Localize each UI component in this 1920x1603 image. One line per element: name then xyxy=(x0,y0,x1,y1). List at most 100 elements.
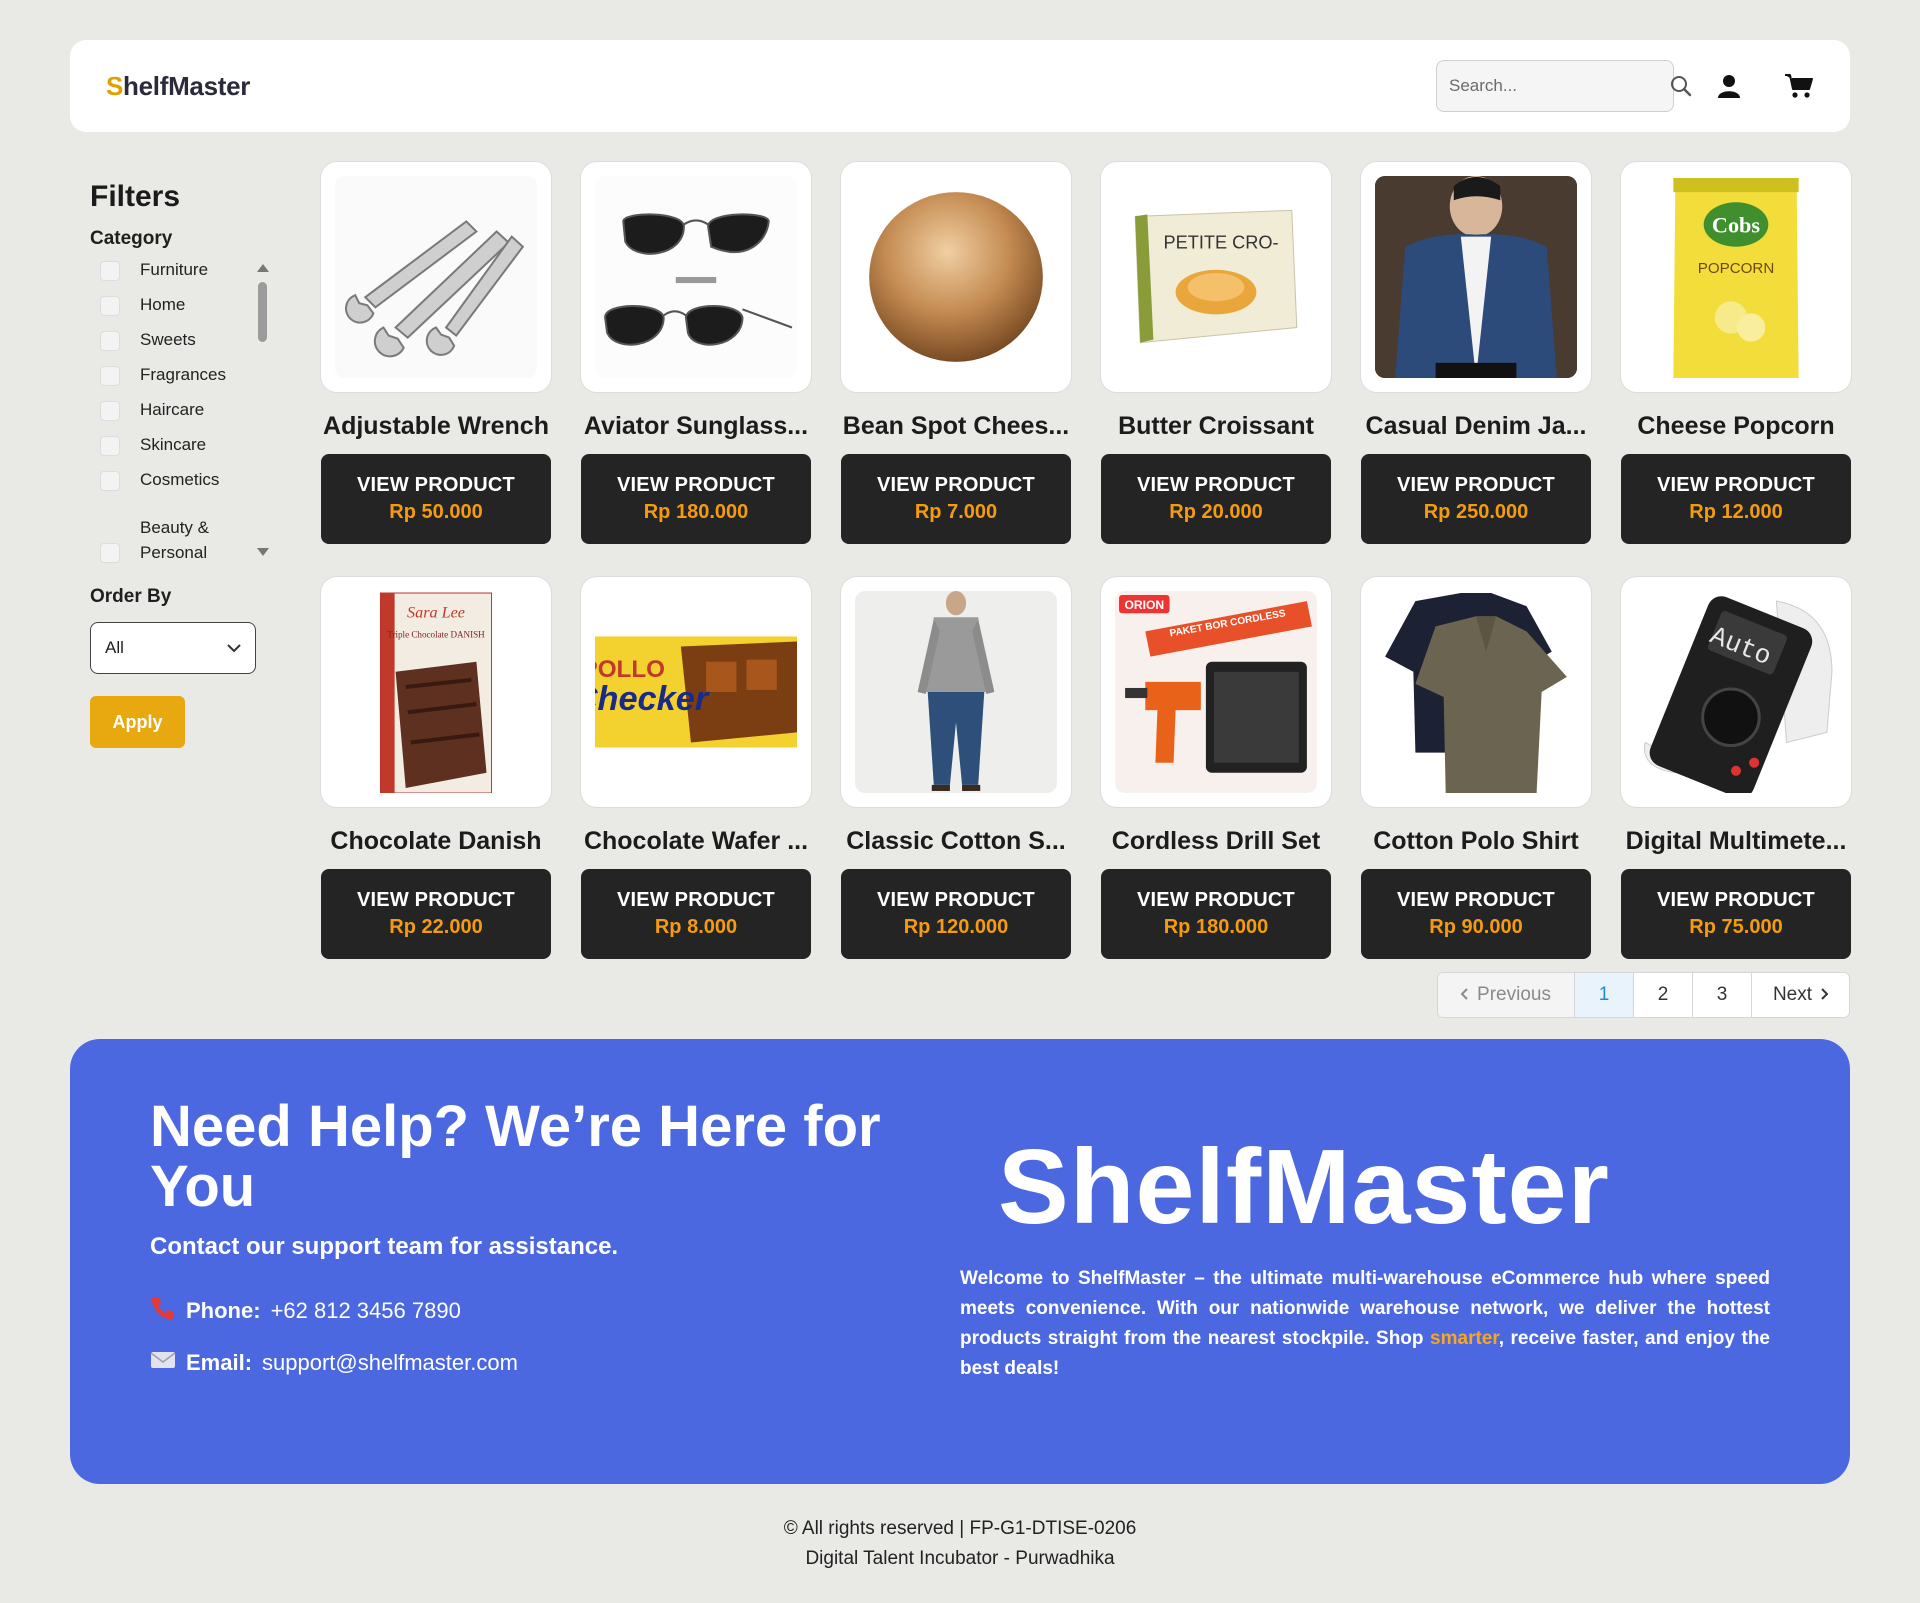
category-item-cosmetics[interactable]: Cosmetics xyxy=(100,470,270,505)
email-link[interactable]: support@shelfmaster.com xyxy=(262,1350,518,1376)
next-page-button[interactable]: Next xyxy=(1751,973,1849,1017)
product-image-frame[interactable] xyxy=(321,162,551,392)
order-by-select[interactable]: All xyxy=(90,622,256,674)
view-product-button[interactable]: VIEW PRODUCT Rp 180.000 xyxy=(581,454,811,544)
view-product-label: VIEW PRODUCT xyxy=(1397,474,1555,496)
product-price: Rp 7.000 xyxy=(914,501,998,523)
category-item-fragrances[interactable]: Fragrances xyxy=(100,365,270,400)
view-product-button[interactable]: VIEW PRODUCT Rp 250.000 xyxy=(1361,454,1591,544)
highlight-word: smarter xyxy=(1430,1328,1499,1349)
category-checkbox[interactable] xyxy=(100,543,120,563)
credit-line: Digital Talent Incubator - Purwadhika xyxy=(805,1548,1115,1569)
category-item-furniture[interactable]: Furniture xyxy=(100,260,270,295)
category-item-home[interactable]: Home xyxy=(100,295,270,330)
category-item-sweets[interactable]: Sweets xyxy=(100,330,270,365)
product-image-frame[interactable] xyxy=(1361,577,1591,807)
previous-page-button[interactable]: Previous xyxy=(1438,973,1574,1017)
search-icon[interactable] xyxy=(1670,75,1692,97)
product-image-frame[interactable]: Cobs POPCORN xyxy=(1621,162,1851,392)
popcorn-brand-text: Cobs xyxy=(1712,213,1761,238)
product-name: Cordless Drill Set xyxy=(1111,827,1321,855)
category-list: Furniture Home Sweets Fragrances Haircar… xyxy=(90,260,270,563)
product-price: Rp 12.000 xyxy=(1689,501,1783,523)
view-product-label: VIEW PRODUCT xyxy=(617,474,775,496)
product-grid: Adjustable Wrench VIEW PRODUCT Rp 50.000 xyxy=(321,162,1851,959)
view-product-button[interactable]: VIEW PRODUCT Rp 75.000 xyxy=(1621,869,1851,959)
view-product-button[interactable]: VIEW PRODUCT Rp 22.000 xyxy=(321,869,551,959)
product-name: Digital Multimete... xyxy=(1625,827,1847,855)
category-scrollbar[interactable] xyxy=(256,260,270,560)
product-image-frame[interactable] xyxy=(841,577,1071,807)
croissant-box-text: PETITE CRO- xyxy=(1164,233,1279,253)
apply-button[interactable]: Apply xyxy=(90,696,185,748)
page-button-2[interactable]: 2 xyxy=(1633,973,1692,1017)
product-image-wrench xyxy=(335,176,537,378)
cart-icon[interactable] xyxy=(1784,71,1814,101)
product-price: Rp 120.000 xyxy=(903,916,1009,938)
scroll-thumb[interactable] xyxy=(258,282,267,342)
phone-icon xyxy=(150,1295,176,1327)
view-product-label: VIEW PRODUCT xyxy=(1657,889,1815,911)
category-checkbox[interactable] xyxy=(100,331,120,351)
category-checkbox[interactable] xyxy=(100,401,120,421)
category-checkbox[interactable] xyxy=(100,436,120,456)
copyright-line: © All rights reserved | FP-G1-DTISE-0206 xyxy=(783,1518,1137,1539)
product-card: Bean Spot Chees... VIEW PRODUCT Rp 7.000 xyxy=(841,162,1071,544)
product-card: PETITE CRO- Butter Croissant VIEW PRODUC… xyxy=(1101,162,1331,544)
category-checkbox[interactable] xyxy=(100,261,120,281)
product-image-frame[interactable]: PETITE CRO- xyxy=(1101,162,1331,392)
top-navbar: ShelfMaster xyxy=(70,40,1850,132)
product-image-drill: ORION PAKET BOR CORDLESS xyxy=(1115,591,1317,793)
category-checkbox[interactable] xyxy=(100,366,120,386)
product-image-cotton-shirt xyxy=(855,591,1057,793)
product-price: Rp 50.000 xyxy=(389,501,483,523)
phone-value[interactable]: +62 812 3456 7890 xyxy=(271,1298,461,1324)
product-image-frame[interactable]: ORION PAKET BOR CORDLESS xyxy=(1101,577,1331,807)
scroll-up-arrow-icon[interactable] xyxy=(257,264,269,272)
product-image-frame[interactable]: Auto xyxy=(1621,577,1851,807)
view-product-button[interactable]: VIEW PRODUCT Rp 7.000 xyxy=(841,454,1071,544)
product-name: Cheese Popcorn xyxy=(1637,412,1835,440)
view-product-button[interactable]: VIEW PRODUCT Rp 8.000 xyxy=(581,869,811,959)
user-icon[interactable] xyxy=(1714,71,1744,101)
footer-brand: ShelfMaster xyxy=(998,1128,1610,1246)
chevron-right-icon xyxy=(1820,984,1829,1006)
product-price: Rp 250.000 xyxy=(1423,501,1529,523)
product-name: Adjustable Wrench xyxy=(323,412,549,440)
page-button-1[interactable]: 1 xyxy=(1574,973,1633,1017)
product-card: Cotton Polo Shirt VIEW PRODUCT Rp 90.000 xyxy=(1361,577,1591,959)
view-product-button[interactable]: VIEW PRODUCT Rp 180.000 xyxy=(1101,869,1331,959)
product-image-frame[interactable] xyxy=(841,162,1071,392)
view-product-button[interactable]: VIEW PRODUCT Rp 12.000 xyxy=(1621,454,1851,544)
product-image-frame[interactable]: Sara Lee Triple Chocolate DANISH xyxy=(321,577,551,807)
category-item-skincare[interactable]: Skincare xyxy=(100,435,270,470)
filters-sidebar: Filters Category Furniture Home Sweets F… xyxy=(90,180,280,748)
page-button-3[interactable]: 3 xyxy=(1692,973,1751,1017)
search-input[interactable] xyxy=(1449,76,1670,96)
view-product-button[interactable]: VIEW PRODUCT Rp 50.000 xyxy=(321,454,551,544)
product-price: Rp 75.000 xyxy=(1689,916,1783,938)
help-panel: Need Help? We’re Here for You Contact ou… xyxy=(70,1039,1850,1484)
category-item-beauty-personal[interactable]: Beauty & Personal xyxy=(100,505,270,565)
product-price: Rp 22.000 xyxy=(389,916,483,938)
product-name: Classic Cotton S... xyxy=(846,827,1066,855)
product-name: Chocolate Wafer ... xyxy=(583,827,809,855)
category-item-haircare[interactable]: Haircare xyxy=(100,400,270,435)
envelope-icon xyxy=(150,1350,176,1376)
product-card: ORION PAKET BOR CORDLESS Cordless Drill … xyxy=(1101,577,1331,959)
order-by-title: Order By xyxy=(90,586,172,607)
view-product-button[interactable]: VIEW PRODUCT Rp 20.000 xyxy=(1101,454,1331,544)
view-product-button[interactable]: VIEW PRODUCT Rp 120.000 xyxy=(841,869,1071,959)
product-image-frame[interactable] xyxy=(1361,162,1591,392)
chevron-down-icon xyxy=(227,638,241,658)
category-checkbox[interactable] xyxy=(100,296,120,316)
product-image-croissant: PETITE CRO- xyxy=(1115,176,1317,378)
view-product-button[interactable]: VIEW PRODUCT Rp 90.000 xyxy=(1361,869,1591,959)
popcorn-label-text: POPCORN xyxy=(1698,260,1775,277)
product-image-frame[interactable] xyxy=(581,162,811,392)
product-image-frame[interactable]: POLLO Checker xyxy=(581,577,811,807)
logo[interactable]: ShelfMaster xyxy=(106,71,250,102)
scroll-down-arrow-icon[interactable] xyxy=(257,548,269,556)
category-checkbox[interactable] xyxy=(100,471,120,491)
product-card: Adjustable Wrench VIEW PRODUCT Rp 50.000 xyxy=(321,162,551,544)
